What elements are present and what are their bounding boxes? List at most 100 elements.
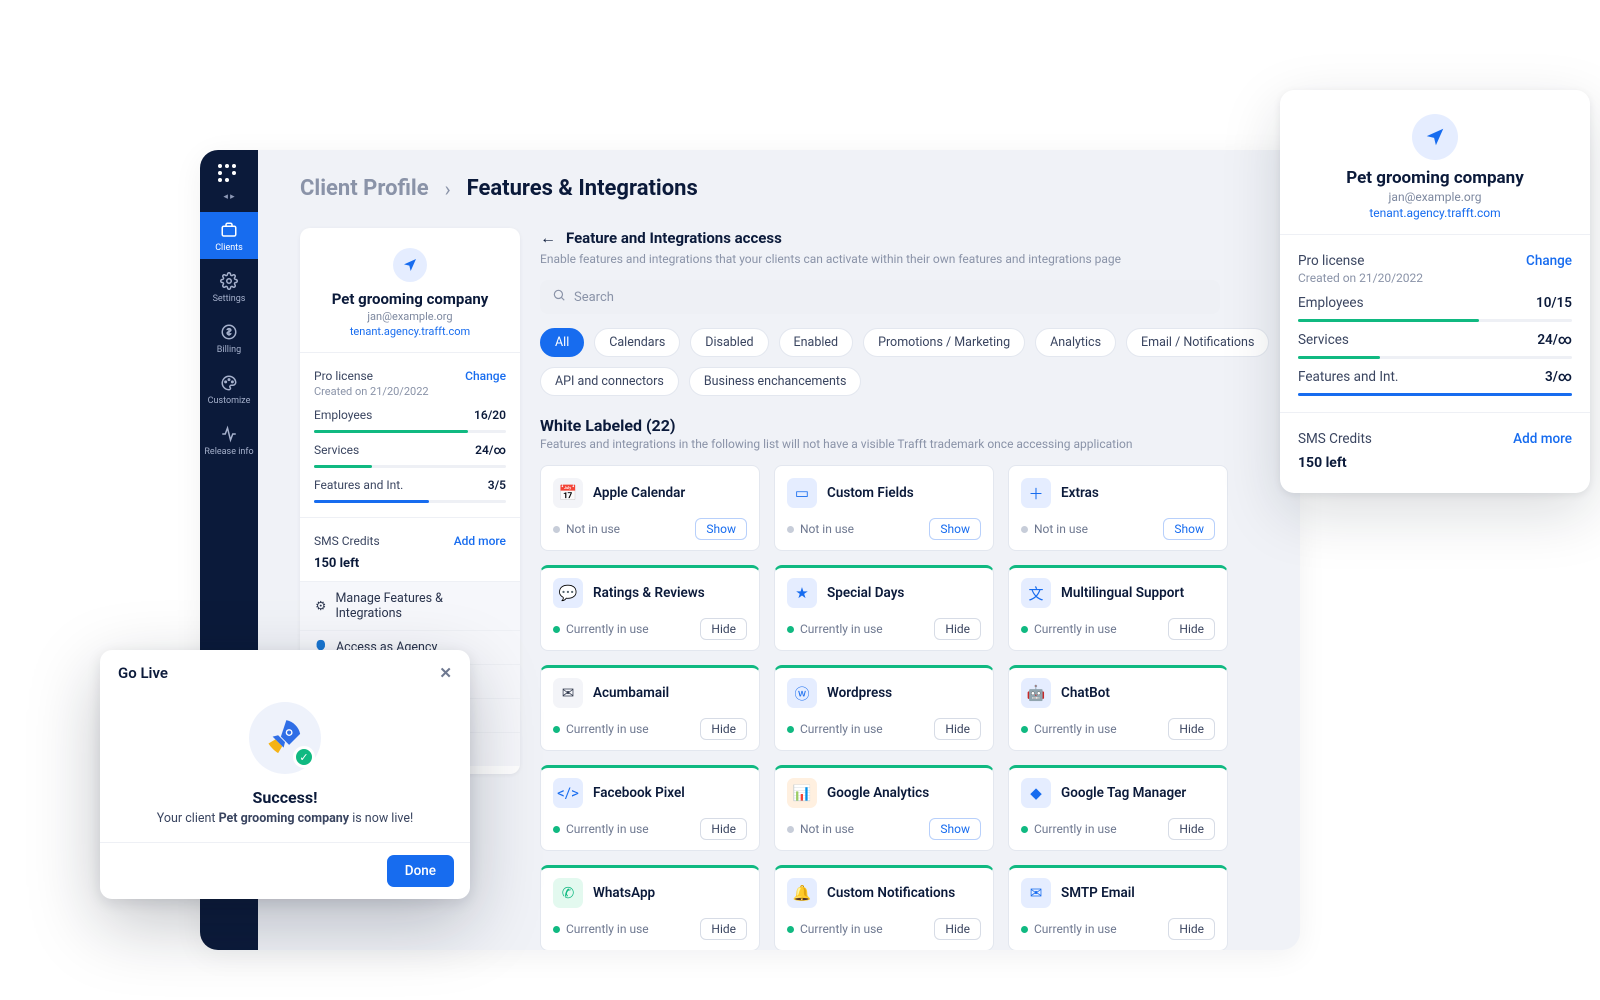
hide-button[interactable]: Hide xyxy=(934,718,981,740)
show-button[interactable]: Show xyxy=(1163,518,1215,540)
client-email: jan@example.org xyxy=(316,310,504,323)
bell-icon: 🔔 xyxy=(787,878,817,908)
add-more-sms-link[interactable]: Add more xyxy=(1513,431,1572,447)
filter-chip[interactable]: Promotions / Marketing xyxy=(863,328,1025,357)
hide-button[interactable]: Hide xyxy=(700,718,747,740)
filter-chip[interactable]: Business enchancements xyxy=(689,367,862,396)
status-dot-icon xyxy=(553,926,560,933)
search-placeholder: Search xyxy=(574,290,614,305)
section-heading: ← Feature and Integrations access xyxy=(540,228,1280,248)
features-label: Features and Int. xyxy=(314,478,403,492)
action-manage-features[interactable]: ⚙ Manage Features & Integrations xyxy=(300,582,520,630)
filter-chip[interactable]: Enabled xyxy=(779,328,854,357)
show-button[interactable]: Show xyxy=(929,518,981,540)
list-section-title: White Labeled (22) xyxy=(540,416,1280,435)
page-subtitle: Enable features and integrations that yo… xyxy=(540,252,1280,266)
breadcrumb-item[interactable]: Client Profile xyxy=(300,176,429,201)
search-input[interactable]: Search xyxy=(540,280,1220,314)
done-button[interactable]: Done xyxy=(387,855,454,887)
feature-card: 💬Ratings & ReviewsCurrently in useHide xyxy=(540,565,760,651)
filter-chip[interactable]: Analytics xyxy=(1035,328,1116,357)
main-content: ← Feature and Integrations access Enable… xyxy=(540,228,1300,950)
status-dot-icon xyxy=(553,726,560,733)
feature-card: ★Special DaysCurrently in useHide xyxy=(774,565,994,651)
features-value: 3/5 xyxy=(488,478,506,492)
feature-card: ✉SMTP EmailCurrently in useHide xyxy=(1008,865,1228,950)
status-dot-icon xyxy=(787,826,794,833)
sidebar-item-settings[interactable]: Settings xyxy=(200,263,258,310)
sidebar-item-label: Settings xyxy=(213,294,246,304)
feature-title: Apple Calendar xyxy=(593,485,685,501)
feature-card: 📊Google AnalyticsNot in useShow xyxy=(774,765,994,851)
show-button[interactable]: Show xyxy=(929,818,981,840)
features-progress xyxy=(1298,393,1572,396)
sidebar-item-customize[interactable]: Customize xyxy=(200,365,258,412)
hide-button[interactable]: Hide xyxy=(934,618,981,640)
change-license-link[interactable]: Change xyxy=(1526,253,1572,269)
feature-status: Currently in use xyxy=(1021,922,1117,936)
employees-value: 16/20 xyxy=(474,408,506,422)
employees-label: Employees xyxy=(1298,295,1364,311)
feature-card: 文Multilingual SupportCurrently in useHid… xyxy=(1008,565,1228,651)
modal-title: Go Live xyxy=(118,664,168,682)
show-button[interactable]: Show xyxy=(695,518,747,540)
hide-button[interactable]: Hide xyxy=(1168,618,1215,640)
code-icon: </> xyxy=(553,778,583,808)
client-domain-link[interactable]: tenant.agency.trafft.com xyxy=(316,325,504,338)
close-icon[interactable]: ✕ xyxy=(439,664,452,682)
sidebar-item-label: Customize xyxy=(208,396,251,406)
hide-button[interactable]: Hide xyxy=(1168,818,1215,840)
gear-icon xyxy=(219,271,239,291)
feature-card: 📅 Apple Calendar Not in use Show xyxy=(540,465,760,551)
search-icon xyxy=(552,288,566,306)
profile-header: Pet grooming company jan@example.org ten… xyxy=(300,228,520,352)
services-progress xyxy=(1298,356,1572,359)
tag-icon: ◆ xyxy=(1021,778,1051,808)
hide-button[interactable]: Hide xyxy=(1168,718,1215,740)
feature-status: Currently in use xyxy=(787,722,883,736)
feature-status: Currently in use xyxy=(787,922,883,936)
feature-card: 🔔 Custom Notifications Currently in use Hid… xyxy=(774,865,994,950)
sidebar-item-clients[interactable]: Clients xyxy=(200,212,258,259)
hide-button[interactable]: Hide xyxy=(1168,918,1215,940)
status-dot-icon xyxy=(1021,826,1028,833)
feature-card: 🤖ChatBotCurrently in useHide xyxy=(1008,665,1228,751)
feature-title: Google Tag Manager xyxy=(1061,785,1186,801)
add-more-sms-link[interactable]: Add more xyxy=(454,534,506,548)
hide-button[interactable]: Hide xyxy=(700,618,747,640)
feature-status: Currently in use xyxy=(553,722,649,736)
feature-title: Custom Fields xyxy=(827,485,914,501)
features-grid: 📅Apple CalendarNot in useShow▭Custom Fie… xyxy=(540,465,1280,950)
sidebar-collapse-icon[interactable]: ◂ ▸ xyxy=(223,192,234,202)
sms-value: 150 left xyxy=(314,556,506,571)
feature-title: Google Analytics xyxy=(827,785,929,801)
sidebar-item-label: Clients xyxy=(215,243,243,253)
action-label: Manage Features & Integrations xyxy=(335,591,506,621)
feature-title: Extras xyxy=(1061,485,1099,501)
feature-status: Currently in use xyxy=(1021,722,1117,736)
back-arrow-icon[interactable]: ← xyxy=(540,228,556,248)
filter-chip[interactable]: API and connectors xyxy=(540,367,679,396)
status-dot-icon xyxy=(553,526,560,533)
client-domain-link[interactable]: tenant.agency.trafft.com xyxy=(1298,206,1572,220)
sidebar-item-release-info[interactable]: Release info xyxy=(200,416,258,463)
feature-status: Not in use xyxy=(553,522,620,536)
client-logo-icon xyxy=(1412,114,1458,160)
filter-chip[interactable]: Email / Notifications xyxy=(1126,328,1269,357)
filter-chip[interactable]: Calendars xyxy=(594,328,680,357)
whatsapp-icon: ✆ xyxy=(553,878,583,908)
feature-title: Custom Notifications xyxy=(827,885,955,901)
calendar-icon: 📅 xyxy=(553,478,583,508)
employees-value: 10/15 xyxy=(1536,295,1572,311)
feature-status: Currently in use xyxy=(553,822,649,836)
success-title: Success! xyxy=(253,788,318,807)
filter-chip[interactable]: All xyxy=(540,328,584,357)
list-section-subtitle: Features and integrations in the followi… xyxy=(540,437,1280,451)
analytics-icon: 📊 xyxy=(787,778,817,808)
filter-chip[interactable]: Disabled xyxy=(690,328,768,357)
hide-button[interactable]: Hide xyxy=(700,818,747,840)
hide-button[interactable]: Hide xyxy=(934,918,981,940)
change-license-link[interactable]: Change xyxy=(465,369,506,383)
sidebar-item-billing[interactable]: Billing xyxy=(200,314,258,361)
hide-button[interactable]: Hide xyxy=(700,918,747,940)
